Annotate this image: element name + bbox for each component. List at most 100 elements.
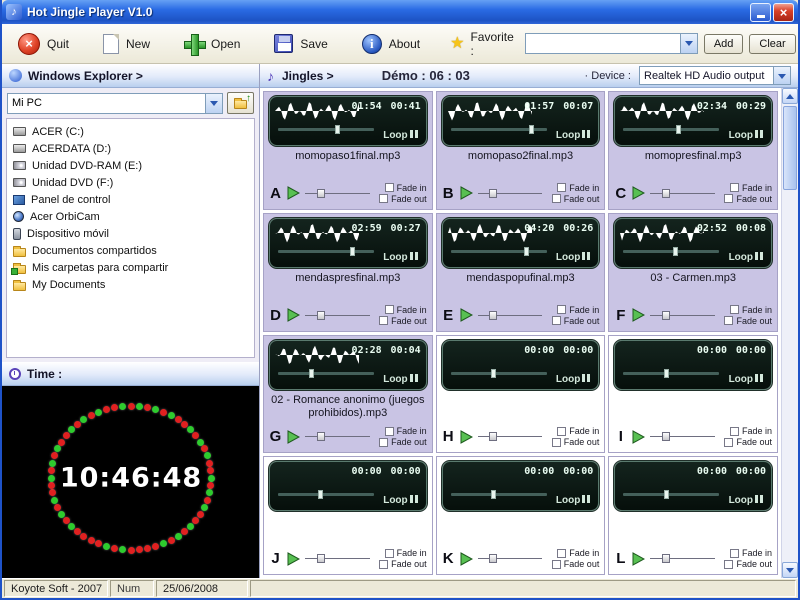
position-slider[interactable] [278, 368, 374, 378]
fade-out-checkbox[interactable] [379, 437, 389, 447]
volume-slider[interactable] [650, 431, 715, 442]
fade-out-checkbox[interactable] [551, 194, 561, 204]
volume-slider-handle[interactable] [489, 432, 498, 442]
fade-out-checkbox[interactable] [724, 316, 734, 325]
play-button[interactable] [632, 308, 646, 322]
fade-in-checkbox[interactable] [729, 183, 739, 193]
fade-in-checkbox[interactable] [384, 426, 394, 436]
position-slider[interactable] [623, 246, 720, 256]
pause-icon[interactable] [753, 373, 763, 385]
pause-icon[interactable] [580, 495, 591, 506]
tree-item[interactable]: My Documents [9, 276, 252, 293]
volume-slider[interactable] [477, 188, 543, 199]
volume-slider[interactable] [305, 188, 370, 199]
volume-slider[interactable] [650, 310, 715, 321]
chevron-down-icon[interactable] [205, 93, 222, 113]
fade-out-checkbox[interactable] [379, 194, 389, 204]
volume-slider-handle[interactable] [489, 188, 498, 198]
pause-icon[interactable] [580, 251, 591, 263]
volume-slider[interactable] [477, 310, 543, 321]
pause-icon[interactable] [408, 373, 418, 385]
loop-control[interactable]: Loop [729, 495, 763, 506]
play-button[interactable] [460, 429, 473, 444]
volume-slider-handle[interactable] [316, 554, 325, 563]
tree-item[interactable]: Mis carpetas para compartir [9, 259, 252, 276]
favorite-combobox[interactable] [525, 33, 698, 54]
play-button[interactable] [632, 186, 646, 201]
close-button[interactable]: × [773, 2, 794, 22]
play-button[interactable] [287, 551, 300, 566]
position-slider-handle[interactable] [673, 246, 679, 256]
volume-slider-handle[interactable] [661, 188, 670, 198]
tree-item[interactable]: Documentos compartidos [9, 242, 252, 259]
tree-item[interactable]: Panel de control [9, 191, 252, 208]
position-slider[interactable] [450, 125, 547, 134]
position-slider-handle[interactable] [663, 490, 669, 500]
position-slider-handle[interactable] [524, 246, 530, 256]
loop-control[interactable]: Loop [729, 130, 763, 141]
play-button[interactable] [632, 429, 646, 444]
fade-out-checkbox[interactable] [724, 194, 734, 204]
tree-item[interactable]: ACER (C:) [9, 123, 252, 140]
minimize-button[interactable] [750, 2, 771, 22]
loop-control[interactable]: Loop [383, 130, 418, 141]
play-button[interactable] [632, 551, 646, 566]
pause-icon[interactable] [408, 130, 418, 141]
vertical-scrollbar[interactable] [781, 88, 798, 578]
tree-item[interactable]: Acer OrbiCam [9, 208, 252, 225]
quit-button[interactable]: × Quit [10, 29, 81, 59]
loop-control[interactable]: Loop [556, 373, 591, 385]
position-slider[interactable] [450, 490, 547, 500]
position-slider-handle[interactable] [663, 368, 669, 378]
fade-out-checkbox[interactable] [551, 316, 561, 325]
pause-icon[interactable] [753, 130, 763, 141]
position-slider-handle[interactable] [349, 246, 355, 256]
position-slider-handle[interactable] [676, 125, 681, 134]
volume-slider-handle[interactable] [316, 310, 325, 320]
pause-icon[interactable] [753, 495, 763, 506]
volume-slider-handle[interactable] [661, 554, 670, 563]
device-combobox[interactable]: Realtek HD Audio output [639, 66, 791, 85]
volume-slider[interactable] [477, 431, 543, 442]
scroll-up-button[interactable] [782, 88, 798, 104]
position-slider[interactable] [450, 246, 547, 256]
fade-in-checkbox[interactable] [384, 305, 394, 314]
chevron-down-icon[interactable] [679, 34, 697, 53]
pause-icon[interactable] [753, 251, 763, 263]
fade-in-checkbox[interactable] [557, 426, 567, 436]
loop-control[interactable]: Loop [729, 373, 763, 385]
loop-control[interactable]: Loop [556, 130, 591, 141]
tree-item[interactable]: Unidad DVD (F:) [9, 174, 252, 191]
fade-out-checkbox[interactable] [379, 316, 389, 325]
play-button[interactable] [460, 308, 473, 322]
loop-control[interactable]: Loop [383, 251, 418, 263]
fade-in-checkbox[interactable] [729, 426, 739, 436]
position-slider-handle[interactable] [318, 490, 324, 500]
position-slider[interactable] [623, 368, 720, 378]
clear-button[interactable]: Clear [749, 33, 796, 54]
position-slider-handle[interactable] [334, 125, 340, 134]
position-slider-handle[interactable] [308, 368, 314, 378]
about-button[interactable]: i About [354, 30, 432, 58]
volume-slider-handle[interactable] [661, 310, 670, 320]
fade-out-checkbox[interactable] [379, 559, 389, 569]
chevron-down-icon[interactable] [773, 67, 790, 84]
add-button[interactable]: Add [703, 33, 744, 54]
loop-control[interactable]: Loop [383, 373, 418, 385]
save-button[interactable]: Save [266, 30, 339, 57]
volume-slider[interactable] [305, 431, 370, 442]
fade-in-checkbox[interactable] [384, 548, 394, 558]
volume-slider[interactable] [305, 553, 370, 564]
open-button[interactable]: Open [176, 30, 252, 58]
fade-in-checkbox[interactable] [557, 548, 567, 558]
tree-item[interactable]: ACERDATA (D:) [9, 140, 252, 157]
location-combobox[interactable]: Mi PC [7, 92, 223, 114]
new-button[interactable]: New [95, 30, 162, 58]
volume-slider[interactable] [650, 188, 715, 199]
fade-in-checkbox[interactable] [557, 183, 567, 193]
fade-in-checkbox[interactable] [557, 305, 567, 314]
play-button[interactable] [287, 429, 300, 444]
fade-in-checkbox[interactable] [729, 305, 739, 314]
fade-out-checkbox[interactable] [724, 559, 734, 569]
position-slider-handle[interactable] [490, 368, 496, 378]
